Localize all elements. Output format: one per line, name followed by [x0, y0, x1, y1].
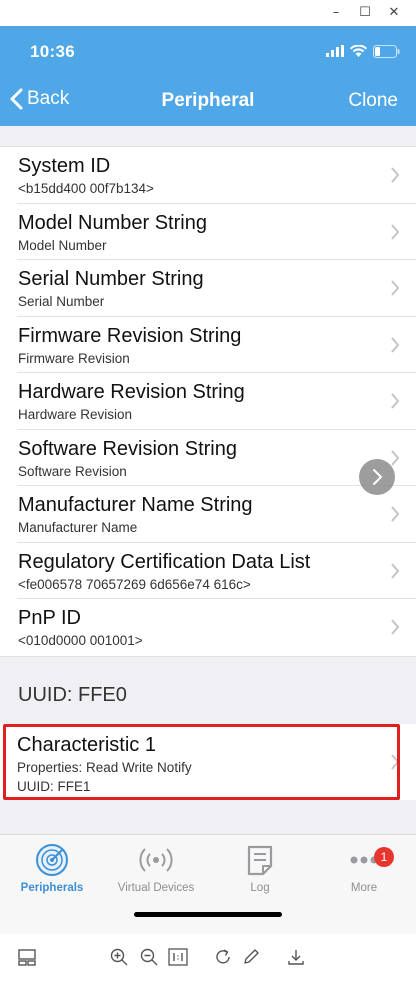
navigation-header: 10:36 Back Peripheral Clone	[0, 26, 416, 126]
chevron-right-icon	[391, 336, 400, 353]
close-button[interactable]: ✕	[384, 4, 404, 22]
item-title: Serial Number String	[18, 268, 204, 290]
layout-icon	[18, 949, 36, 966]
tab-label: Virtual Devices	[117, 882, 195, 894]
chevron-right-icon	[391, 167, 400, 183]
highlight-box	[3, 724, 400, 800]
item-subtitle: <010d0000 001001>	[18, 633, 143, 648]
window-title-bar: – ☐ ✕	[0, 0, 416, 26]
list-item[interactable]: Firmware Revision String Firmware Revisi…	[17, 317, 416, 373]
zoom-out-button[interactable]	[138, 946, 160, 968]
chevron-right-icon	[391, 223, 400, 240]
edit-button[interactable]	[240, 946, 262, 968]
list-item[interactable]: PnP ID <010d0000 001001>	[17, 599, 416, 656]
zoom-in-icon	[110, 948, 128, 966]
clone-button[interactable]: Clone	[348, 90, 398, 112]
list-item[interactable]: System ID <b15dd400 00f7b134>	[17, 147, 416, 204]
tab-peripherals[interactable]: Peripherals	[0, 843, 104, 894]
notification-badge: 1	[374, 847, 394, 867]
item-title: Hardware Revision String	[18, 381, 245, 403]
rotate-button[interactable]	[212, 946, 234, 968]
list-item[interactable]: Hardware Revision String Hardware Revisi…	[17, 373, 416, 430]
chevron-right-icon	[391, 280, 400, 296]
item-subtitle: Model Number	[18, 237, 107, 253]
download-button[interactable]	[285, 946, 307, 968]
tab-label: Peripherals	[20, 882, 84, 894]
edit-icon	[244, 949, 259, 964]
layout-button[interactable]	[16, 946, 38, 968]
service-list: System ID <b15dd400 00f7b134> Model Numb…	[0, 146, 416, 657]
item-title: PnP ID	[18, 607, 81, 629]
item-subtitle: Firmware Revision	[18, 350, 130, 366]
item-subtitle: <b15dd400 00f7b134>	[18, 181, 154, 196]
item-subtitle: Manufacturer Name	[18, 520, 138, 535]
item-title: Regulatory Certification Data List	[18, 550, 311, 573]
item-subtitle: <fe006578 70657269 6d656e74 616c>	[18, 576, 251, 592]
actual-size-button[interactable]	[167, 946, 189, 968]
home-indicator	[134, 912, 282, 917]
tab-virtual-devices[interactable]: Virtual Devices	[104, 843, 208, 894]
tab-label: Log	[250, 882, 270, 894]
tab-bar: Peripherals Virtual Devices Log 1 More	[0, 834, 416, 934]
signal-icon	[326, 45, 344, 57]
chevron-right-icon	[373, 469, 383, 485]
tab-more[interactable]: 1 More	[312, 843, 416, 894]
list-item[interactable]: Manufacturer Name String Manufacturer Na…	[17, 486, 416, 543]
status-icons	[326, 42, 400, 60]
minimize-button[interactable]: –	[326, 4, 346, 22]
service-uuid-header: UUID: FFE0	[18, 684, 127, 706]
floating-action-button[interactable]	[359, 459, 395, 495]
item-title: Model Number String	[18, 211, 207, 234]
maximize-button[interactable]: ☐	[355, 4, 375, 22]
rotate-icon	[216, 949, 230, 964]
item-title: Manufacturer Name String	[18, 494, 253, 516]
chevron-right-icon	[391, 393, 400, 409]
item-subtitle: Software Revision	[18, 463, 127, 479]
item-title: Firmware Revision String	[18, 324, 242, 347]
chevron-right-icon	[391, 619, 400, 635]
status-time: 10:36	[30, 42, 75, 61]
wifi-icon	[350, 45, 367, 57]
actual-size-icon	[168, 948, 188, 966]
radar-icon	[36, 844, 68, 876]
item-title: Software Revision String	[18, 437, 237, 460]
zoom-in-button[interactable]	[108, 946, 130, 968]
chevron-right-icon	[391, 562, 400, 579]
download-icon	[288, 950, 304, 965]
log-icon	[247, 845, 273, 876]
tab-log[interactable]: Log	[208, 843, 312, 894]
item-subtitle: Serial Number	[18, 294, 105, 309]
list-item[interactable]: Regulatory Certification Data List <fe00…	[17, 543, 416, 599]
viewer-toolbar	[0, 934, 416, 988]
zoom-out-icon	[140, 948, 158, 966]
battery-icon	[373, 44, 400, 58]
list-item[interactable]: Software Revision String Software Revisi…	[17, 430, 416, 486]
tab-label: More	[350, 882, 378, 894]
item-subtitle: Hardware Revision	[18, 407, 133, 422]
chevron-right-icon	[391, 506, 400, 522]
broadcast-icon	[139, 848, 173, 872]
item-title: System ID	[18, 155, 111, 177]
list-item[interactable]: Model Number String Model Number	[17, 204, 416, 260]
list-item[interactable]: Serial Number String Serial Number	[17, 260, 416, 317]
